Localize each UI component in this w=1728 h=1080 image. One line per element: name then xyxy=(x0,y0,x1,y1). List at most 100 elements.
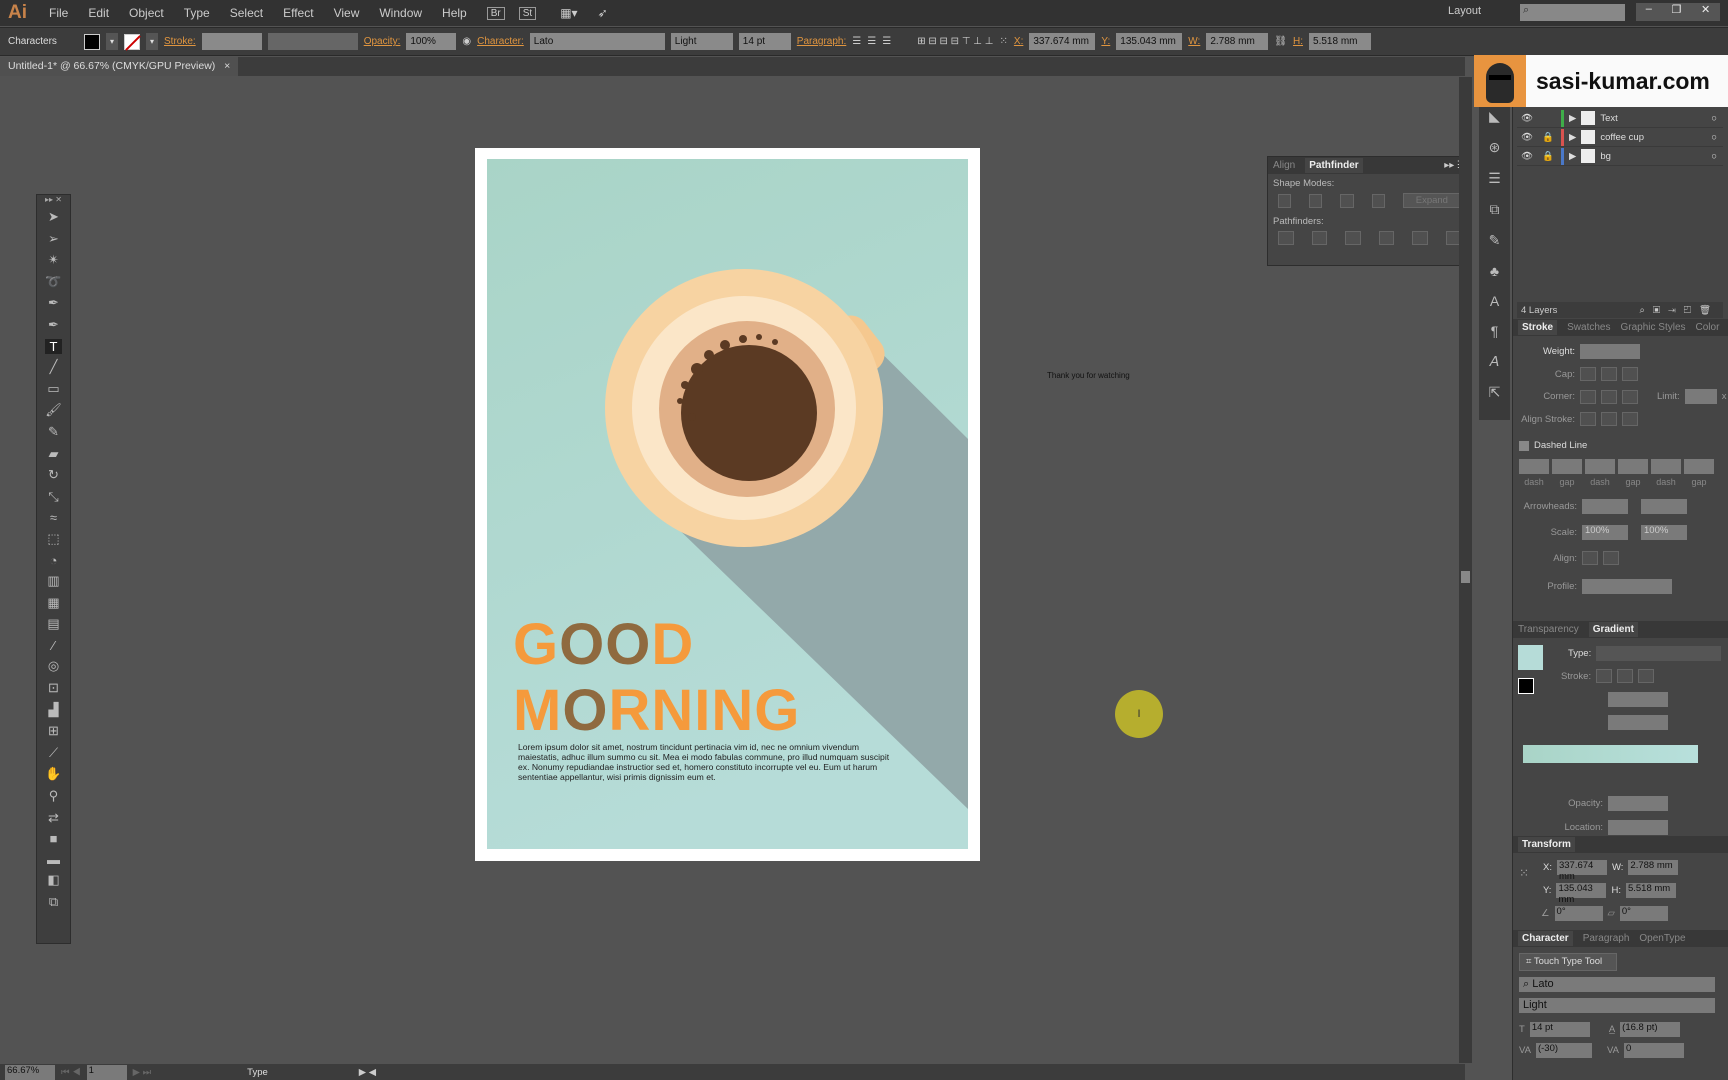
tracking-field[interactable]: 0 xyxy=(1623,1043,1684,1058)
minus-front-icon[interactable] xyxy=(1309,193,1323,208)
location-field[interactable] xyxy=(1608,820,1668,835)
horizontal-scrollbar[interactable]: ▶ ◀ xyxy=(359,1067,376,1078)
tab-color[interactable]: Color xyxy=(1696,322,1720,333)
round-cap-icon[interactable] xyxy=(1601,367,1617,381)
symbol-sprayer-tool-icon[interactable]: ⊡ xyxy=(48,680,59,696)
paintbrush-tool-icon[interactable]: 🖌 xyxy=(45,402,62,418)
arrange-documents-icon[interactable]: ▦▾ xyxy=(550,6,587,20)
layer-name[interactable]: bg xyxy=(1600,151,1700,162)
lock-icon[interactable]: 🔒 xyxy=(1542,151,1556,162)
dash-field[interactable] xyxy=(1519,459,1549,474)
font-family-field[interactable]: Lato xyxy=(529,33,665,50)
expand-button[interactable]: Expand xyxy=(1402,193,1461,208)
gradient-slider[interactable] xyxy=(1523,745,1698,763)
profile-select[interactable] xyxy=(1582,579,1672,594)
start-scale-field[interactable]: 100% xyxy=(1582,525,1628,540)
gap-field[interactable] xyxy=(1618,459,1648,474)
trim-icon[interactable] xyxy=(1311,231,1327,245)
scroll-thumb[interactable] xyxy=(1461,571,1470,583)
tab-opentype[interactable]: OpenType xyxy=(1639,933,1685,944)
menu-file[interactable]: File xyxy=(39,6,78,20)
tab-graphic-styles[interactable]: Graphic Styles xyxy=(1620,322,1685,333)
align-inside-stroke-icon[interactable] xyxy=(1601,412,1617,426)
mesh-tool-icon[interactable]: ▦ xyxy=(47,595,59,611)
layer-row[interactable]: 👁 ▶ Text ○ xyxy=(1517,109,1723,128)
unite-icon[interactable] xyxy=(1278,193,1292,208)
align-center-icon[interactable]: ☰ xyxy=(867,36,876,47)
tab-swatches[interactable]: Swatches xyxy=(1567,322,1610,333)
bevel-join-icon[interactable] xyxy=(1622,389,1638,404)
tools-panel-header[interactable]: ▸▸ ✕ xyxy=(37,195,70,209)
symbols-icon[interactable]: ♣ xyxy=(1490,263,1499,279)
rotate-tool-icon[interactable]: ↻ xyxy=(48,467,59,483)
type-tool-icon[interactable]: T xyxy=(44,338,63,354)
restore-button[interactable]: ❐ xyxy=(1672,3,1682,21)
paragraph-styles-icon[interactable]: ¶ xyxy=(1491,323,1499,339)
minimize-button[interactable]: – xyxy=(1646,3,1652,21)
divide-icon[interactable] xyxy=(1278,231,1294,245)
reference-point-icon[interactable]: ⁙ xyxy=(1000,36,1008,47)
weight-field[interactable] xyxy=(1580,344,1640,359)
gap-field[interactable] xyxy=(1552,459,1582,474)
transform-h-field[interactable]: 5.518 mm xyxy=(1625,883,1676,898)
constrain-link-icon[interactable]: ⛓ xyxy=(1274,36,1287,47)
transform-x-field[interactable]: 337.674 mm xyxy=(1556,860,1607,882)
appearance-icon[interactable]: ⊛ xyxy=(1489,139,1501,156)
tab-stroke[interactable]: Stroke xyxy=(1518,320,1558,335)
magic-wand-tool-icon[interactable]: ✴ xyxy=(48,252,59,268)
target-circle-icon[interactable]: ○ xyxy=(1711,113,1717,124)
fill-swatch[interactable] xyxy=(84,33,100,50)
visibility-eye-icon[interactable]: 👁 xyxy=(1521,113,1537,124)
artboard-tool-icon[interactable]: ⊞ xyxy=(48,723,59,739)
kerning-field[interactable]: (-30) xyxy=(1535,1043,1592,1058)
rectangle-tool-icon[interactable]: ▭ xyxy=(47,381,59,397)
arrow-extend-icon[interactable] xyxy=(1582,551,1598,565)
artboard-nav-next[interactable]: ▶ ⏭ xyxy=(133,1067,152,1078)
intersect-icon[interactable] xyxy=(1340,193,1354,208)
expand-triangle-icon[interactable]: ▶ xyxy=(1569,113,1576,124)
tab-transform[interactable]: Transform xyxy=(1518,837,1575,852)
target-circle-icon[interactable]: ○ xyxy=(1711,132,1717,143)
stroke-weight-field[interactable] xyxy=(201,33,262,50)
menu-view[interactable]: View xyxy=(324,6,370,20)
layer-name[interactable]: Text xyxy=(1600,113,1700,124)
menu-edit[interactable]: Edit xyxy=(78,6,119,20)
stroke-dropdown[interactable]: ▾ xyxy=(146,33,158,50)
recolor-icon[interactable]: ◉ xyxy=(462,36,471,47)
end-arrowhead-select[interactable] xyxy=(1641,499,1687,514)
direct-selection-tool-icon[interactable]: ➢ xyxy=(48,231,59,247)
brushes-icon[interactable]: ✎ xyxy=(1489,232,1501,249)
color-modes-icon[interactable]: ▬ xyxy=(47,852,60,867)
tab-character[interactable]: Character xyxy=(1518,931,1573,946)
export-icon[interactable]: ⇱ xyxy=(1489,384,1501,401)
shear-field[interactable]: 0° xyxy=(1619,906,1668,921)
new-sublayer-icon[interactable]: ⇥ xyxy=(1668,305,1684,316)
menu-effect[interactable]: Effect xyxy=(273,6,323,20)
y-field[interactable]: 135.043 mm xyxy=(1116,33,1183,50)
butt-cap-icon[interactable] xyxy=(1580,367,1596,381)
end-scale-field[interactable]: 100% xyxy=(1641,525,1687,540)
rotate-field[interactable]: 0° xyxy=(1554,906,1603,921)
start-arrowhead-select[interactable] xyxy=(1582,499,1628,514)
drawing-modes-icon[interactable]: ◧ xyxy=(47,872,59,888)
character-style-field[interactable]: Light xyxy=(1519,998,1715,1013)
dash-field[interactable] xyxy=(1585,459,1615,474)
align-panel-icon[interactable]: ☰ xyxy=(1488,170,1501,187)
blend-tool-icon[interactable]: ◎ xyxy=(48,658,59,674)
opacity-label[interactable]: Opacity: xyxy=(364,36,401,47)
locate-object-icon[interactable]: ⌕ xyxy=(1640,305,1653,316)
zoom-tool-icon[interactable]: ⚲ xyxy=(49,788,59,804)
free-transform-tool-icon[interactable]: ⬚ xyxy=(47,531,59,547)
tab-paragraph[interactable]: Paragraph xyxy=(1583,933,1630,944)
h-field[interactable]: 5.518 mm xyxy=(1309,33,1372,50)
shaper-tool-icon[interactable]: ✎ xyxy=(48,424,59,440)
gradient-tool-icon[interactable]: ▤ xyxy=(47,616,59,632)
close-button[interactable]: ✕ xyxy=(1701,3,1710,21)
character-size-field[interactable]: 14 pt xyxy=(1529,1022,1590,1037)
stock-button[interactable]: St xyxy=(518,6,537,20)
gradient-type-select[interactable] xyxy=(1596,646,1722,661)
tab-align[interactable]: Align xyxy=(1273,160,1295,171)
close-tab-button[interactable]: × xyxy=(224,60,230,72)
vertical-scrollbar[interactable] xyxy=(1459,77,1472,1063)
swap-fill-stroke-icon[interactable]: ⇄ xyxy=(48,810,59,826)
